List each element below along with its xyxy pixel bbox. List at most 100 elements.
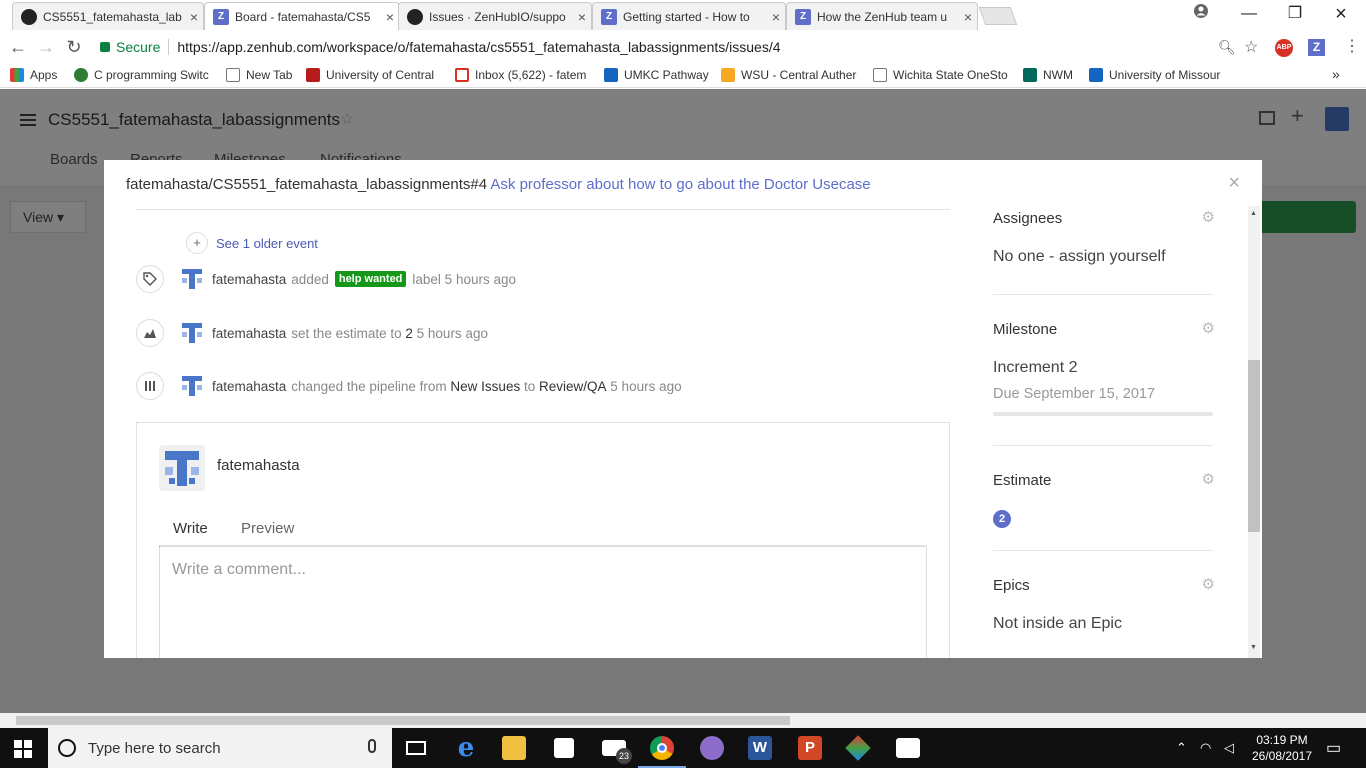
minimize-button[interactable]: — <box>1226 0 1272 28</box>
pipeline-icon <box>136 372 164 400</box>
plus-icon: + <box>186 232 208 254</box>
epics-heading: Epics <box>993 577 1030 594</box>
clock[interactable]: 03:19 PM 26/08/2017 <box>1244 732 1320 764</box>
adblock-extension-icon[interactable]: ABP <box>1275 39 1293 57</box>
reload-icon[interactable]: ↻ <box>62 36 86 58</box>
bookmark-item[interactable]: Inbox (5,622) - fatem <box>455 68 593 82</box>
browser-tab-strip: CS5551_fatemahasta_lab × Z Board - fatem… <box>0 0 1366 32</box>
gear-icon[interactable]: ⚙ <box>1202 470 1215 488</box>
close-window-button[interactable]: × <box>1318 0 1364 28</box>
zenhub-extension-icon[interactable]: Z <box>1308 39 1325 56</box>
store-icon[interactable] <box>540 728 588 768</box>
page-icon <box>226 68 240 82</box>
new-tab-button[interactable] <box>978 7 1018 25</box>
bookmark-item[interactable]: C programming Switc <box>74 68 214 82</box>
tab-title: Board - fatemahasta/CS5 <box>235 9 371 24</box>
close-tab-icon[interactable]: × <box>573 9 591 25</box>
chevron-up-icon[interactable]: ⌃ <box>1176 740 1187 756</box>
close-tab-icon[interactable]: × <box>185 9 203 25</box>
file-explorer-icon[interactable] <box>490 728 538 768</box>
comment-input[interactable] <box>159 546 927 658</box>
tab-preview[interactable]: Preview <box>241 520 294 545</box>
tab-write[interactable]: Write <box>159 520 222 547</box>
forward-icon[interactable]: → <box>34 36 58 58</box>
assignees-value[interactable]: No one - assign yourself <box>993 248 1166 266</box>
word-icon[interactable]: W <box>736 728 784 768</box>
bookmark-apps[interactable]: Apps <box>10 68 66 82</box>
gear-icon[interactable]: ⚙ <box>1202 575 1215 593</box>
scroll-down-icon[interactable]: ▼ <box>1250 644 1257 651</box>
wifi-icon[interactable]: ◠ <box>1200 740 1211 756</box>
chrome-menu-icon[interactable]: ⋮ <box>1344 36 1360 56</box>
omnibox[interactable]: Secure https://app.zenhub.com/workspace/… <box>92 35 1268 59</box>
microphone-icon[interactable] <box>368 739 376 753</box>
event-user[interactable]: fatemahasta <box>212 326 286 341</box>
avatar <box>182 376 202 396</box>
back-icon[interactable]: ← <box>6 36 30 58</box>
milestone-value[interactable]: Increment 2 <box>993 359 1077 377</box>
bookmark-item[interactable]: University of Missour <box>1089 68 1227 82</box>
github-desktop-icon[interactable] <box>688 728 736 768</box>
bookmark-item[interactable]: Wichita State OneSto <box>873 68 1013 82</box>
bookmark-item[interactable]: University of Central <box>306 68 442 82</box>
epics-value[interactable]: Not inside an Epic <box>993 615 1122 633</box>
zoom-icon[interactable]: 🔍︎ <box>1218 39 1236 56</box>
github-icon <box>407 8 423 25</box>
event-user[interactable]: fatemahasta <box>212 272 286 287</box>
tab-title: Getting started - How to <box>623 9 750 24</box>
browser-tab[interactable]: Issues · ZenHubIO/suppo × <box>398 2 592 30</box>
close-tab-icon[interactable]: × <box>381 9 399 25</box>
restore-button[interactable]: ❐ <box>1272 0 1318 28</box>
photos-icon[interactable] <box>884 728 932 768</box>
browser-tab[interactable]: CS5551_fatemahasta_lab × <box>12 2 204 30</box>
bookmark-item[interactable]: NWM <box>1023 68 1083 82</box>
windows-start-icon[interactable] <box>14 740 32 758</box>
issue-repo-ref[interactable]: fatemahasta/CS5551_fatemahasta_labassign… <box>126 176 487 193</box>
scroll-up-icon[interactable]: ▲ <box>1250 210 1257 217</box>
issue-modal: fatemahasta/CS5551_fatemahasta_labassign… <box>104 160 1262 658</box>
board-horizontal-scrollbar[interactable] <box>0 713 1366 728</box>
zenhub-icon: Z <box>213 8 229 25</box>
browser-tab-active[interactable]: Z Board - fatemahasta/CS5 × <box>204 2 400 30</box>
timeline-event: fatemahasta changed the pipeline from Ne… <box>136 371 682 401</box>
bookmark-item[interactable]: UMKC Pathway <box>604 68 712 82</box>
bookmark-star-icon[interactable]: ☆ <box>1244 37 1258 57</box>
event-user[interactable]: fatemahasta <box>212 379 286 394</box>
site-icon <box>74 68 88 82</box>
site-icon <box>604 68 618 82</box>
estimate-badge[interactable]: 2 <box>993 510 1011 528</box>
browser-tab[interactable]: Z Getting started - How to × <box>592 2 786 30</box>
task-view-icon[interactable] <box>392 728 440 768</box>
gear-icon[interactable]: ⚙ <box>1202 319 1215 337</box>
label-badge[interactable]: help wanted <box>334 271 407 287</box>
powerpoint-icon[interactable]: P <box>786 728 834 768</box>
gear-icon[interactable]: ⚙ <box>1202 208 1215 226</box>
scrollbar-thumb[interactable] <box>16 716 790 725</box>
close-tab-icon[interactable]: × <box>767 9 785 25</box>
profile-icon[interactable] <box>1178 0 1224 28</box>
milestone-due-date: Due September 15, 2017 <box>993 386 1156 402</box>
edge-icon[interactable]: e <box>442 728 490 768</box>
more-bookmarks-icon[interactable]: » <box>1332 66 1340 82</box>
volume-icon[interactable]: ◁ <box>1224 740 1234 756</box>
mail-icon[interactable]: 23 <box>590 728 638 768</box>
pipeline-to: Review/QA <box>539 378 607 394</box>
apps-grid-icon <box>10 68 24 82</box>
sidebar-scrollbar[interactable]: ▲ ▼ <box>1248 206 1260 658</box>
taskbar-search[interactable]: Type here to search <box>48 728 392 768</box>
browser-tab[interactable]: Z How the ZenHub team u × <box>786 2 978 30</box>
bookmark-item[interactable]: WSU - Central Auther <box>721 68 861 82</box>
tab-title: CS5551_fatemahasta_lab <box>43 9 182 24</box>
app-icon[interactable] <box>834 728 882 768</box>
notifications-icon[interactable]: ▭ <box>1326 738 1341 758</box>
close-icon[interactable]: × <box>1228 172 1240 195</box>
chrome-icon[interactable] <box>638 728 686 768</box>
milestone-heading: Milestone <box>993 321 1058 338</box>
see-older-events[interactable]: + See 1 older event <box>186 232 318 254</box>
scrollbar-thumb[interactable] <box>1248 360 1260 532</box>
avatar <box>182 269 202 289</box>
close-tab-icon[interactable]: × <box>959 9 977 25</box>
bookmark-item[interactable]: New Tab <box>226 68 296 82</box>
issue-title[interactable]: Ask professor about how to go about the … <box>490 176 870 193</box>
pipeline-from: New Issues <box>450 378 521 394</box>
